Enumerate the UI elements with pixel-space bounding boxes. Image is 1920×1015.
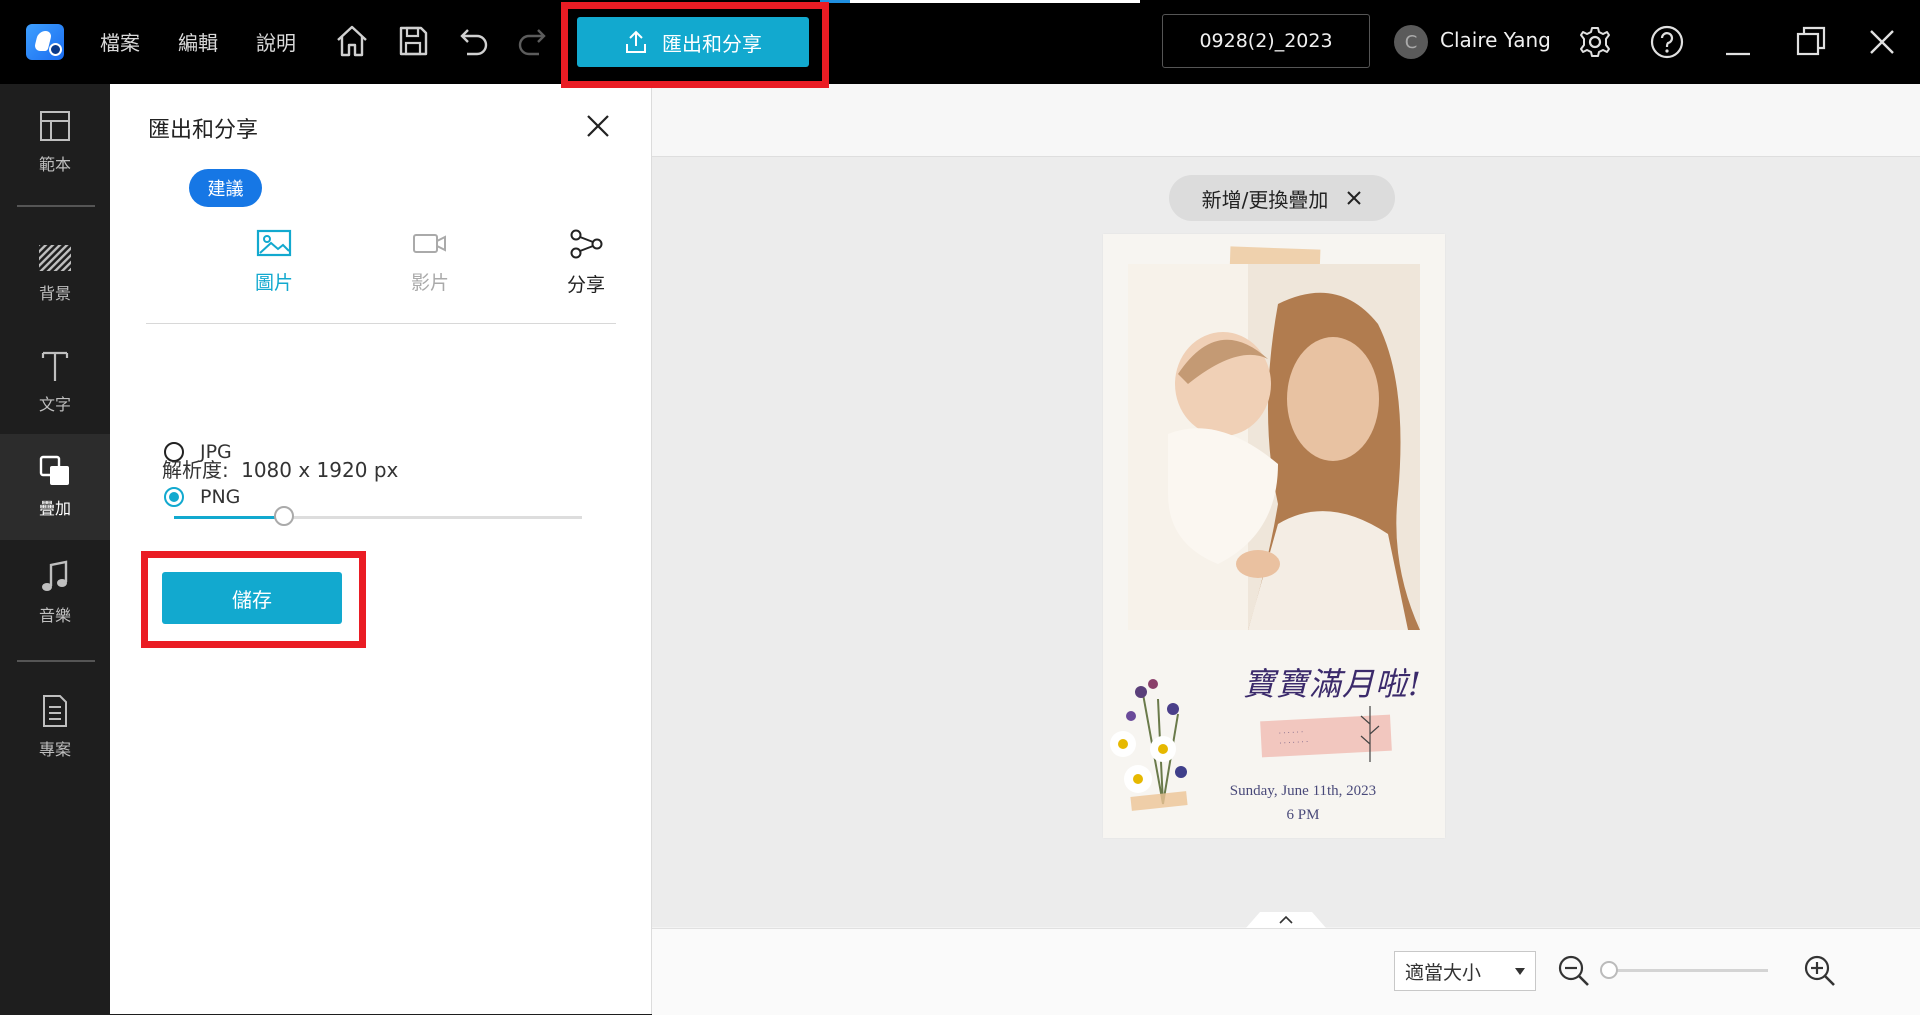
rail-label: 背景 (38, 284, 71, 303)
video-icon (412, 228, 448, 258)
restore-icon[interactable] (1795, 24, 1827, 64)
recommended-badge: 建議 (189, 169, 262, 207)
format-label: PNG (200, 486, 241, 508)
rail-item-background[interactable]: 背景 (0, 221, 110, 327)
rail-label: 文字 (38, 395, 71, 414)
chevron-up-icon[interactable] (1246, 912, 1326, 928)
rail-item-music[interactable]: 音樂 (0, 540, 110, 646)
rail-item-overlay[interactable]: 疊加 (0, 434, 110, 540)
rail-label: 疊加 (38, 499, 71, 518)
menu-help[interactable]: 說明 (256, 27, 296, 56)
menu-edit[interactable]: 編輯 (178, 27, 218, 56)
panel-title: 匯出和分享 (148, 118, 259, 143)
zoom-slider-thumb[interactable] (1600, 961, 1619, 979)
rail-item-text[interactable]: 文字 (0, 329, 110, 435)
format-option-png[interactable]: PNG (164, 486, 240, 508)
tab-image[interactable]: 圖片 (224, 228, 324, 295)
zoom-out-icon[interactable] (1556, 953, 1592, 989)
card-time-line: 6 PM (1286, 807, 1320, 823)
card-heading: 寶寶滿月啦! (1243, 665, 1422, 703)
card-date-line: Sunday, June 11th, 2023 (1229, 783, 1377, 799)
workspace-header (652, 84, 1920, 157)
rail-divider (17, 660, 95, 662)
tab-label: 分享 (566, 274, 605, 296)
tab-share[interactable]: 分享 (536, 228, 636, 297)
resolution-slider-thumb[interactable] (274, 506, 295, 526)
share-icon (569, 228, 603, 260)
music-icon (40, 560, 70, 594)
username[interactable]: Claire Yang (1440, 28, 1551, 52)
rail-item-templates[interactable]: 範本 (0, 89, 110, 195)
zoom-bar: 適當大小 (652, 928, 1920, 1015)
home-icon[interactable] (334, 22, 370, 64)
zoom-in-icon[interactable] (1802, 953, 1838, 989)
overlay-icon (39, 455, 71, 487)
tool-rail: 範本 背景 文字 疊加 音樂 專案 (0, 84, 110, 1014)
progress-strip (820, 0, 1140, 3)
project-name-field[interactable]: 0928(2)_2023 (1162, 14, 1370, 68)
tab-label: 影片 (410, 272, 449, 294)
image-icon (256, 228, 292, 258)
chevron-down-icon (1515, 968, 1525, 975)
zoom-fit-label: 適當大小 (1405, 961, 1482, 984)
png-radio[interactable] (164, 487, 184, 507)
export-panel: 匯出和分享 建議 圖片 影片 分享 JPG PNG 解析度: 1080 x 19… (110, 84, 652, 1014)
avatar[interactable]: C (1394, 25, 1428, 59)
tab-divider (146, 323, 616, 324)
rail-item-project[interactable]: 專案 (0, 674, 110, 780)
card-date: Sunday, June 11th, 2023 6 PM (1213, 779, 1393, 827)
flower-bouquet-icon (1103, 654, 1213, 814)
redo-icon (515, 22, 551, 64)
resolution-value: 1080 x 1920 px (241, 458, 399, 482)
rail-label: 範本 (38, 155, 71, 174)
resolution-label: 解析度: (162, 458, 229, 482)
save-icon[interactable] (395, 22, 431, 64)
overlay-chip[interactable]: 新增/更換疊加 (1169, 175, 1395, 221)
project-icon (41, 694, 69, 728)
design-card[interactable]: 寶寶滿月啦! · · · · · · · · · · · · · Sunday,… (1103, 234, 1445, 838)
canvas-stage[interactable]: 新增/更換疊加 寶寶滿月啦! · · · · · · · · · · · · ·… (652, 157, 1920, 927)
export-share-label: 匯出和分享 (662, 31, 762, 56)
tab-video: 影片 (380, 228, 480, 295)
close-icon[interactable] (1346, 190, 1362, 206)
text-icon (40, 349, 70, 383)
menu-file[interactable]: 檔案 (100, 27, 140, 56)
undo-icon[interactable] (455, 22, 491, 64)
rail-label: 專案 (38, 740, 71, 759)
overlay-chip-label: 新增/更換疊加 (1201, 187, 1329, 212)
save-button[interactable]: 儲存 (162, 572, 342, 624)
title-bar: 檔案 編輯 說明 匯出和分享 0928(2)_2023 C Claire Yan… (0, 0, 1920, 84)
gear-icon[interactable] (1578, 24, 1612, 64)
resolution-slider-fill (174, 516, 285, 519)
tab-label: 圖片 (254, 272, 293, 294)
sprig-icon (1355, 704, 1385, 764)
rail-label: 音樂 (38, 606, 71, 625)
photo[interactable] (1128, 264, 1420, 630)
template-icon (38, 109, 72, 143)
zoom-slider[interactable] (1600, 961, 1768, 979)
export-share-button[interactable]: 匯出和分享 (577, 17, 809, 67)
close-window-icon[interactable] (1866, 24, 1898, 64)
upload-icon (624, 29, 648, 55)
app-logo (26, 24, 64, 60)
close-icon[interactable] (584, 112, 612, 140)
minimize-icon[interactable] (1724, 24, 1752, 64)
workspace: 新增/更換疊加 寶寶滿月啦! · · · · · · · · · · · · ·… (652, 84, 1920, 1015)
rail-divider (17, 205, 95, 207)
zoom-fit-select[interactable]: 適當大小 (1394, 951, 1536, 991)
help-icon[interactable] (1649, 24, 1685, 64)
resolution-slider[interactable] (174, 506, 582, 526)
resolution-row: 解析度: 1080 x 1920 px (162, 454, 398, 483)
background-icon (38, 244, 72, 272)
